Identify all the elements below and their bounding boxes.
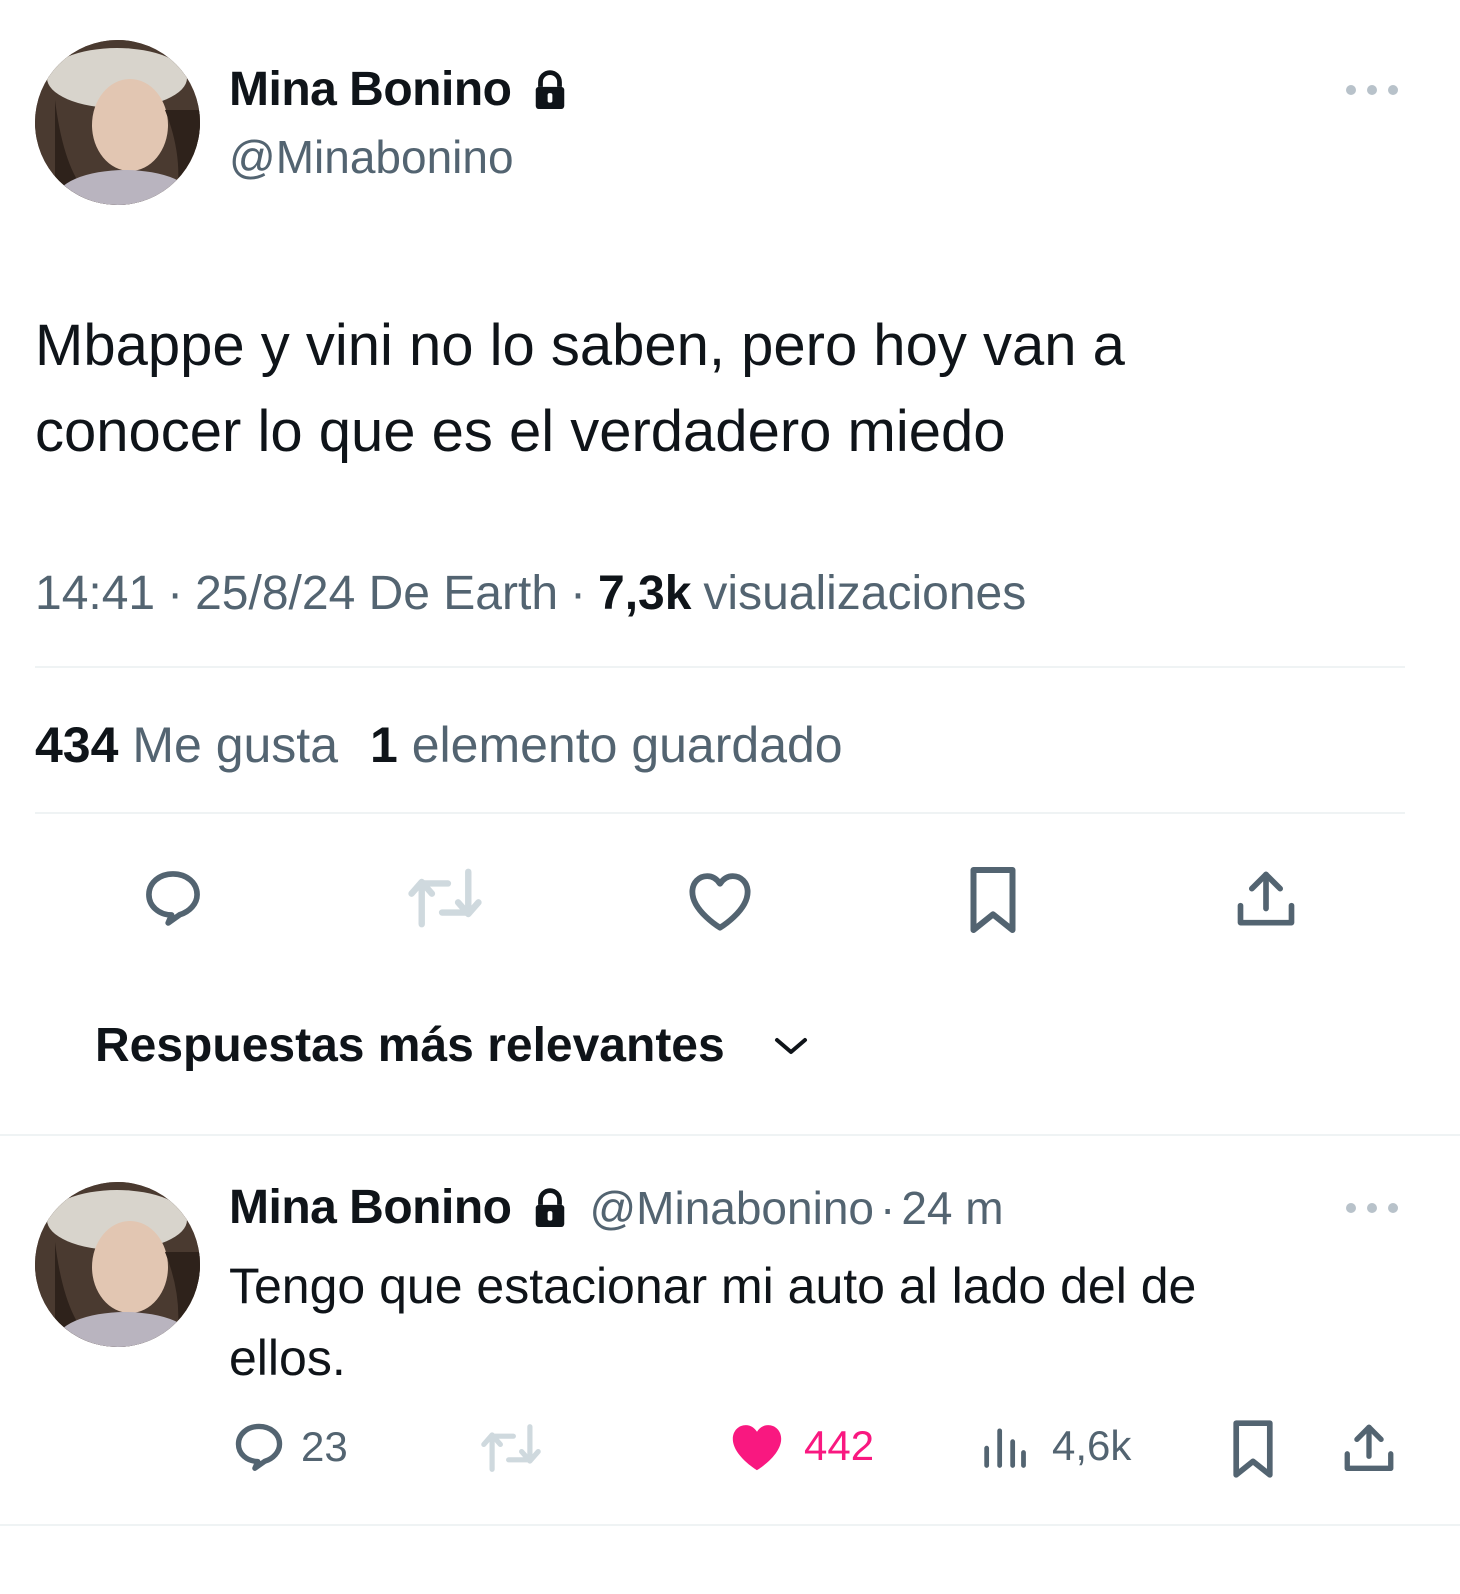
share-icon[interactable] [1336, 1416, 1402, 1482]
reply-text-line: ellos. [229, 1330, 346, 1386]
saves-count: 1 [370, 717, 398, 773]
tweet-text-line: conocer lo que es el verdadero miedo [35, 399, 1006, 464]
likes-stat[interactable]: 434 Me gusta [35, 716, 338, 774]
reply-text: Tengo que estacionar mi auto al lado del… [229, 1250, 1196, 1394]
tweet-time[interactable]: 14:41 [35, 566, 155, 621]
lock-icon [531, 69, 569, 111]
like-filled-icon [726, 1418, 788, 1474]
analytics-icon [978, 1420, 1030, 1472]
reply-time[interactable]: 24 m [901, 1181, 1003, 1235]
reply-more-options-icon[interactable] [1340, 1188, 1404, 1228]
separator: · [570, 567, 586, 620]
tweet-date-source[interactable]: 25/8/24 De Earth [195, 566, 558, 621]
tweet-text-line: Mbappe y vini no lo saben, pero hoy van … [35, 313, 1125, 378]
reply-header: Mina Bonino @Minabonino · 24 m [229, 1180, 1004, 1235]
divider [0, 1134, 1460, 1136]
divider [0, 1524, 1460, 1526]
share-icon[interactable] [1228, 860, 1304, 940]
tweet-meta: 14:41 · 25/8/24 De Earth · 7,3k visualiz… [35, 566, 1026, 621]
reply-like-button[interactable]: 442 [726, 1418, 874, 1474]
author-name[interactable]: Mina Bonino [229, 62, 512, 117]
views-count: 7,3k [598, 567, 692, 620]
author-handle[interactable]: @Minabonino [229, 130, 514, 184]
retweet-icon [405, 860, 485, 936]
reply-views-button[interactable]: 4,6k [978, 1420, 1131, 1472]
reply-text-line: Tengo que estacionar mi auto al lado del… [229, 1258, 1197, 1314]
view-count: 4,6k [1052, 1422, 1132, 1469]
divider [35, 812, 1405, 814]
reply-icon [229, 1418, 289, 1476]
like-icon[interactable] [682, 862, 758, 938]
reply-reply-button[interactable]: 23 [229, 1418, 348, 1476]
saves-stat[interactable]: 1 elemento guardado [370, 716, 843, 774]
retweet-icon [478, 1420, 544, 1476]
separator: · [880, 1181, 896, 1234]
likes-count: 434 [35, 717, 119, 773]
likes-label: Me gusta [132, 717, 339, 773]
more-options-icon[interactable] [1340, 70, 1404, 110]
replies-sort-dropdown[interactable]: Respuestas más relevantes [95, 1018, 811, 1073]
reply-avatar[interactable] [35, 1182, 200, 1347]
reply-icon[interactable] [135, 860, 211, 936]
replies-sort-label: Respuestas más relevantes [95, 1019, 725, 1072]
divider [35, 666, 1405, 668]
lock-icon [531, 1187, 569, 1229]
reply-author-handle[interactable]: @Minabonino [589, 1181, 874, 1235]
avatar[interactable] [35, 40, 200, 205]
tweet-text: Mbappe y vini no lo saben, pero hoy van … [35, 303, 1125, 475]
bookmark-icon[interactable] [1222, 1416, 1284, 1482]
reply-author-name[interactable]: Mina Bonino [229, 1180, 512, 1235]
tweet-stats: 434 Me gusta 1 elemento guardado [35, 716, 843, 774]
like-count: 442 [804, 1422, 875, 1469]
reply-count: 23 [301, 1423, 348, 1470]
views-label: visualizaciones [703, 567, 1027, 620]
chevron-down-icon [771, 1034, 811, 1058]
saves-label: elemento guardado [411, 717, 843, 773]
separator: · [167, 567, 184, 620]
bookmark-icon[interactable] [958, 860, 1028, 940]
